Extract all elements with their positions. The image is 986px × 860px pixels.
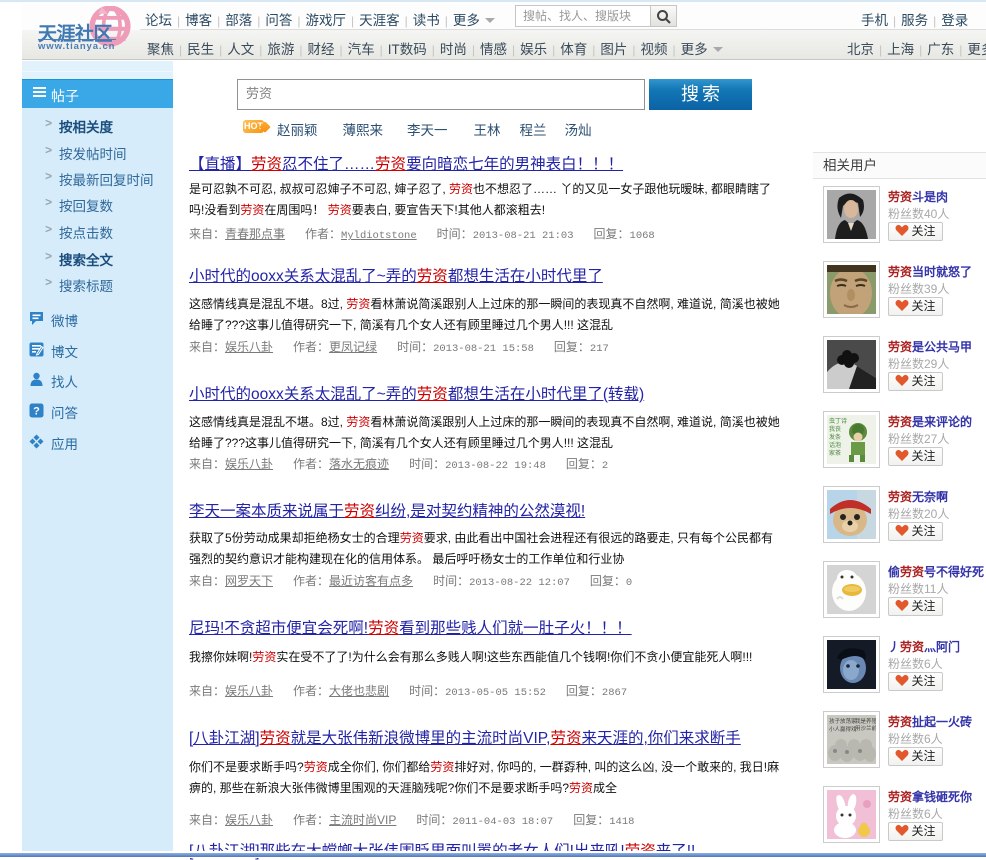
svg-text:发条: 发条 bbox=[829, 433, 841, 441]
svg-text:虫丁诗: 虫丁诗 bbox=[829, 417, 847, 425]
svg-text:家茶: 家茶 bbox=[829, 449, 841, 457]
svg-text:?: ? bbox=[33, 406, 40, 418]
svg-text:孩子放荡家: 孩子放荡家 bbox=[829, 717, 857, 725]
svg-text:我是养殖: 我是养殖 bbox=[855, 717, 876, 725]
svg-text:小人赢得戏: 小人赢得戏 bbox=[829, 725, 857, 733]
svg-text:话泡: 话泡 bbox=[829, 441, 841, 449]
svg-text:我丧: 我丧 bbox=[829, 425, 841, 433]
svg-text:用沙兰前辈: 用沙兰前辈 bbox=[855, 724, 876, 732]
